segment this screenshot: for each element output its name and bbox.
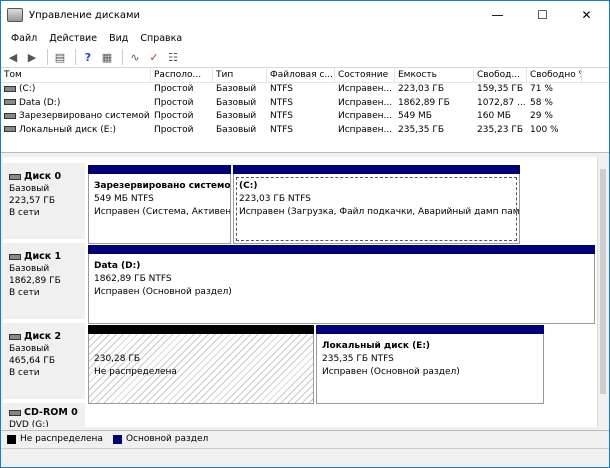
toolbar: ◀ ▶ ▤ ? ▦ ∿ ✓ ☷ (1, 47, 609, 68)
column-header-filesystem[interactable]: Файловая с... (267, 68, 335, 82)
menu-help[interactable]: Справка (140, 33, 182, 44)
menu-action[interactable]: Действие (49, 33, 97, 44)
connect-icon[interactable]: ∿ (127, 49, 143, 65)
disk-info[interactable]: Диск 1 Базовый 1862,89 ГБ В сети (3, 243, 85, 319)
volume-row[interactable]: (C:) Простой Базовый NTFS Исправен... 223,0… (1, 83, 609, 97)
toolbar-separator (75, 49, 76, 65)
volume-row[interactable]: Data (D:) Простой Базовый NTFS Исправен...… (1, 97, 609, 111)
disk-info[interactable]: CD-ROM 0 DVD (G:) (3, 403, 85, 427)
disk-row: CD-ROM 0 DVD (G:) (3, 403, 597, 427)
column-header-free[interactable]: Свобод... (474, 68, 527, 82)
volume-list: Том Располо... Тип Файловая с... Состоян… (1, 68, 609, 153)
toolbar-separator (122, 49, 123, 65)
toolbar-separator (47, 49, 48, 65)
disk-graphical-view: Диск 0 Базовый 223,57 ГБ В сети Зарезервир… (3, 157, 597, 427)
disk-management-app-icon (7, 8, 23, 22)
legend: Не распределена Основной раздел (1, 430, 609, 447)
partition-c[interactable]: (C:) 223,03 ГБ NTFS Исправен (Загрузка, Фа… (233, 165, 520, 244)
column-header-volume[interactable]: Том (1, 68, 151, 82)
column-header-capacity[interactable]: Емкость (395, 68, 474, 82)
menu-view[interactable]: Вид (109, 33, 128, 44)
disk-row: Диск 2 Базовый 465,64 ГБ В сети 230,28 ГБ Н… (3, 323, 597, 404)
volume-row[interactable]: Зарезервировано системой Простой Базовый N… (1, 110, 609, 124)
volume-row[interactable]: Локальный диск (E:) Простой Базовый NTFS И… (1, 124, 609, 138)
title-bar: Управление дисками — ☐ ✕ (1, 1, 609, 29)
check-icon[interactable]: ✓ (146, 49, 162, 65)
hard-disk-icon (9, 253, 21, 260)
volume-icon (4, 126, 16, 132)
scrollbar-thumb[interactable] (600, 169, 606, 394)
graphical-view-scrollbar[interactable] (597, 157, 608, 427)
menu-file[interactable]: Файл (11, 33, 37, 44)
column-header-status[interactable]: Состояние (335, 68, 395, 82)
help-icon[interactable]: ? (80, 49, 96, 65)
volume-icon (4, 112, 16, 119)
hard-disk-icon (9, 333, 21, 340)
column-header-free-percent[interactable]: Свободно % (527, 68, 582, 82)
hard-disk-icon (9, 173, 21, 180)
window-title: Управление дисками (29, 9, 141, 21)
minimize-button[interactable]: — (475, 1, 520, 29)
volume-list-header: Том Располо... Тип Файловая с... Состоян… (1, 68, 609, 83)
legend-label-unallocated: Не распределена (20, 434, 103, 444)
show-hide-tree-icon[interactable]: ▤ (52, 49, 68, 65)
legend-swatch-primary (112, 434, 122, 444)
close-button[interactable]: ✕ (564, 1, 609, 29)
list-view-icon[interactable]: ☷ (165, 49, 181, 65)
volume-icon (4, 99, 16, 105)
legend-swatch-unallocated (7, 434, 16, 444)
partition-system-reserved[interactable]: Зарезервировано системой 549 МБ NTFS Испра… (88, 165, 231, 244)
partition-d[interactable]: Data (D:) 1862,89 ГБ NTFS Исправен (Основн… (88, 245, 595, 324)
forward-arrow-icon[interactable]: ▶ (24, 49, 40, 65)
back-arrow-icon[interactable]: ◀ (5, 49, 21, 65)
column-header-layout[interactable]: Располо... (151, 68, 213, 82)
legend-label-primary: Основной раздел (125, 434, 209, 444)
cd-rom-icon (9, 409, 21, 416)
disk-row: Диск 0 Базовый 223,57 ГБ В сети Зарезервир… (3, 163, 597, 244)
disk-info[interactable]: Диск 2 Базовый 465,64 ГБ В сети (3, 323, 85, 399)
volume-icon (4, 85, 16, 92)
status-bar (1, 448, 609, 467)
properties-icon[interactable]: ▦ (99, 49, 115, 65)
maximize-button[interactable]: ☐ (520, 1, 565, 29)
unallocated-space[interactable]: 230,28 ГБ Не распределена (88, 325, 314, 404)
partition-e[interactable]: Локальный диск (E:) 235,35 ГБ NTFS Исправе… (316, 325, 544, 404)
menu-bar: Файл Действие Вид Справка (1, 29, 609, 47)
disk-management-window: Управление дисками — ☐ ✕ Файл Действие В… (0, 0, 610, 468)
disk-row: Диск 1 Базовый 1862,89 ГБ В сети Data (D:)… (3, 243, 597, 324)
disk-info[interactable]: Диск 0 Базовый 223,57 ГБ В сети (3, 163, 85, 239)
column-header-type[interactable]: Тип (213, 68, 267, 82)
